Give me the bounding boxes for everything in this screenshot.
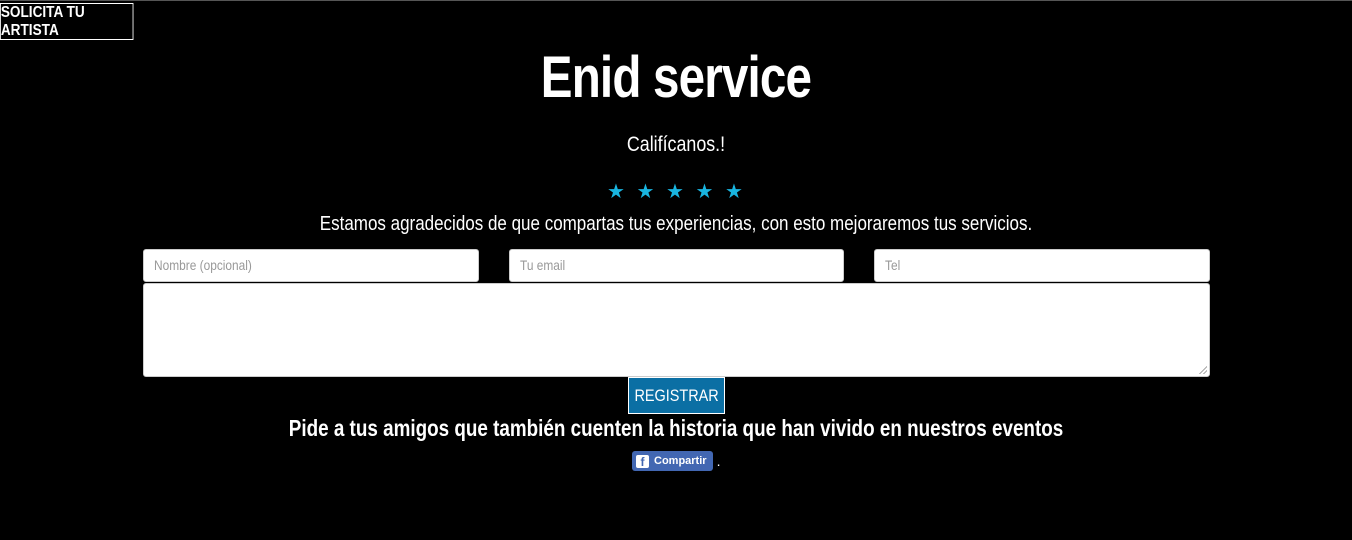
- register-button-label: REGISTRAR: [634, 385, 719, 405]
- star-icon-3[interactable]: ★: [666, 181, 686, 203]
- share-row: f Compartir .: [632, 451, 720, 471]
- star-icon-5[interactable]: ★: [725, 181, 745, 203]
- star-icon-1[interactable]: ★: [607, 181, 627, 203]
- top-divider: [0, 0, 1352, 1]
- facebook-share-label: Compartir: [654, 455, 707, 467]
- email-input-placeholder: Tu email: [520, 257, 566, 273]
- star-rating: ★ ★ ★ ★ ★: [0, 180, 1352, 204]
- resize-grip-icon[interactable]: [1199, 366, 1207, 374]
- name-input-placeholder: Nombre (opcional): [154, 257, 252, 273]
- facebook-icon: f: [636, 454, 649, 468]
- phone-input[interactable]: Tel: [874, 249, 1210, 282]
- register-button[interactable]: REGISTRAR: [628, 377, 725, 414]
- facebook-share-button[interactable]: f Compartir: [632, 451, 713, 471]
- email-input[interactable]: Tu email: [509, 249, 844, 282]
- star-icon-2[interactable]: ★: [637, 181, 657, 203]
- rate-us-heading: Califícanos.!: [626, 133, 726, 156]
- star-icon-4[interactable]: ★: [696, 181, 716, 203]
- thanks-message: Estamos agradecidos de que compartas tus…: [319, 213, 1033, 235]
- name-input[interactable]: Nombre (opcional): [143, 249, 479, 282]
- trailing-dot: .: [716, 453, 721, 469]
- page-title: Enid service: [540, 45, 812, 110]
- share-prompt: Pide a tus amigos que también cuenten la…: [288, 415, 1064, 441]
- request-artist-button[interactable]: SOLICITA TU ARTISTA: [0, 3, 134, 40]
- comment-textarea[interactable]: [143, 283, 1210, 377]
- phone-input-placeholder: Tel: [885, 257, 901, 273]
